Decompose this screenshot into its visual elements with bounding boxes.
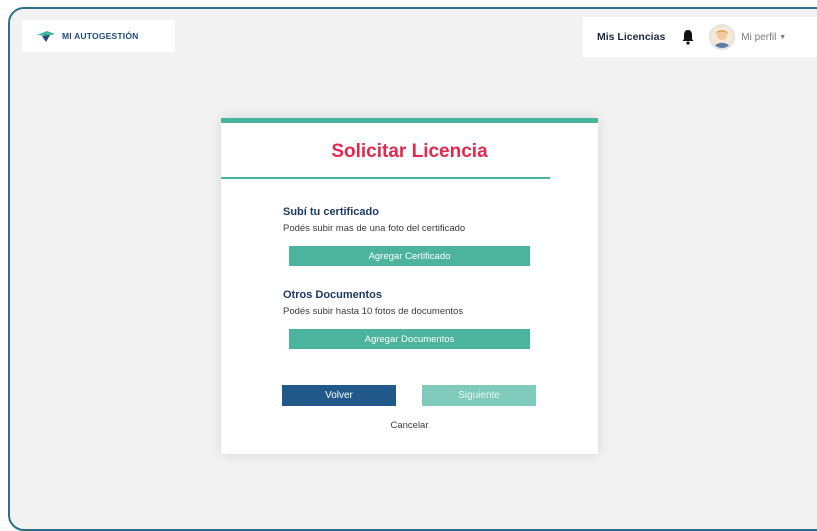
caret-down-icon: ▼ [779, 33, 787, 41]
certificate-section-title: Subí tu certificado [283, 206, 379, 218]
title-divider [221, 177, 550, 179]
avatar[interactable] [709, 24, 736, 50]
back-button[interactable]: Volver [282, 385, 396, 406]
documents-section-description: Podés subir hasta 10 fotos de documentos [283, 306, 464, 317]
user-nav: Mis Licencias Mi perfil ▼ [583, 17, 817, 57]
next-button[interactable]: Siguiente [422, 385, 536, 406]
brand[interactable]: MI AUTOGESTIÓN [22, 20, 175, 52]
add-documents-button[interactable]: Agregar Documentos [289, 329, 530, 349]
add-certificate-button[interactable]: Agregar Certificado [289, 246, 530, 266]
certificate-section-description: Podés subir mas de una foto del certific… [283, 223, 466, 234]
top-bar: MI AUTOGESTIÓN Mis Licencias Mi perfil ▼ [10, 9, 817, 61]
profile-menu[interactable]: Mi perfil ▼ [741, 32, 786, 43]
nav-mis-licencias[interactable]: Mis Licencias [597, 31, 665, 43]
documents-section-title: Otros Documentos [283, 289, 383, 301]
card-title: Solicitar Licencia [331, 141, 488, 162]
cancel-link[interactable]: Cancelar [221, 420, 598, 431]
bell-icon[interactable] [681, 29, 695, 45]
profile-label: Mi perfil [741, 31, 777, 43]
brand-name: MI AUTOGESTIÓN [62, 31, 139, 41]
request-license-card: Solicitar Licencia Subí tu certificado P… [221, 118, 598, 454]
brand-logo-icon [36, 29, 56, 43]
